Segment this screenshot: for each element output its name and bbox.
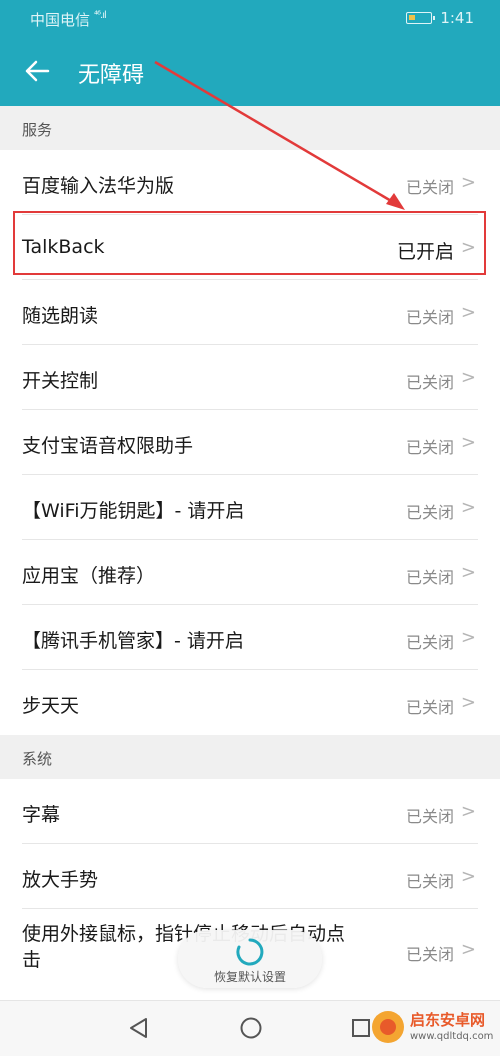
setting-status: 已关闭 bbox=[405, 807, 454, 826]
setting-label: 应用宝（推荐） bbox=[22, 565, 156, 587]
setting-label: 支付宝语音权限助手 bbox=[22, 435, 194, 457]
setting-label: 开关控制 bbox=[22, 370, 99, 392]
setting-row-captions[interactable]: 字幕 已关闭 > bbox=[0, 779, 500, 844]
setting-status: 已关闭 bbox=[405, 633, 454, 652]
setting-status: 已关闭 bbox=[405, 503, 454, 522]
status-bar: 中国电信 ⁴⁶.ıl 1:41 bbox=[0, 0, 500, 36]
chevron-right-icon: > bbox=[460, 692, 476, 713]
setting-label: 百度输入法华为版 bbox=[22, 175, 175, 197]
setting-status: 已关闭 bbox=[405, 945, 454, 964]
nav-home-icon[interactable] bbox=[238, 1015, 264, 1041]
setting-row-wifi-master[interactable]: 【WiFi万能钥匙】- 请开启 已关闭 > bbox=[0, 475, 500, 540]
setting-status: 已关闭 bbox=[405, 308, 454, 327]
status-right: 1:41 bbox=[406, 9, 474, 27]
chevron-right-icon: > bbox=[460, 562, 476, 583]
setting-status: 已关闭 bbox=[405, 698, 454, 717]
chevron-right-icon: > bbox=[460, 497, 476, 518]
setting-row-switch-access[interactable]: 开关控制 已关闭 > bbox=[0, 345, 500, 410]
nav-back-icon[interactable] bbox=[126, 1015, 152, 1041]
page-title: 无障碍 bbox=[78, 63, 145, 88]
signal-icon: ⁴⁶.ıl bbox=[94, 10, 107, 21]
chevron-right-icon: > bbox=[460, 627, 476, 648]
section-header-services: 服务 bbox=[0, 106, 500, 150]
watermark-logo-icon bbox=[372, 1011, 404, 1043]
setting-label: 字幕 bbox=[22, 804, 61, 826]
watermark-text: 启东安卓网 bbox=[410, 1011, 486, 1029]
setting-row-app-store[interactable]: 应用宝（推荐） 已关闭 > bbox=[0, 540, 500, 605]
setting-row-butiantian[interactable]: 步天天 已关闭 > bbox=[0, 670, 500, 735]
setting-status: 已关闭 bbox=[405, 872, 454, 891]
setting-label: 步天天 bbox=[22, 695, 80, 717]
arrow-left-icon[interactable] bbox=[22, 56, 52, 86]
setting-status: 已关闭 bbox=[405, 568, 454, 587]
carrier-name: 中国电信 bbox=[30, 11, 91, 29]
loading-spinner-icon bbox=[236, 938, 264, 966]
setting-label: 【WiFi万能钥匙】- 请开启 bbox=[22, 500, 245, 522]
setting-status: 已关闭 bbox=[405, 438, 454, 457]
setting-status: 已关闭 bbox=[405, 373, 454, 392]
setting-row-magnification[interactable]: 放大手势 已关闭 > bbox=[0, 844, 500, 909]
setting-status: 已关闭 bbox=[405, 178, 454, 197]
setting-row-alipay-voice[interactable]: 支付宝语音权限助手 已关闭 > bbox=[0, 410, 500, 475]
setting-row-tencent-manager[interactable]: 【腾讯手机管家】- 请开启 已关闭 > bbox=[0, 605, 500, 670]
app-header: 无障碍 bbox=[0, 36, 500, 106]
setting-label: 【腾讯手机管家】- 请开启 bbox=[22, 630, 244, 652]
setting-row-baidu-ime[interactable]: 百度输入法华为版 已关闭 > bbox=[0, 150, 500, 215]
chevron-right-icon: > bbox=[460, 172, 476, 193]
section-header-system: 系统 bbox=[0, 735, 500, 779]
highlight-box bbox=[13, 211, 486, 275]
restore-defaults-toast[interactable]: 恢复默认设置 bbox=[178, 930, 322, 988]
toast-label: 恢复默认设置 bbox=[213, 970, 286, 984]
clock: 1:41 bbox=[440, 9, 474, 27]
setting-label: 随选朗读 bbox=[22, 305, 99, 327]
chevron-right-icon: > bbox=[460, 432, 476, 453]
battery-icon bbox=[406, 12, 436, 24]
watermark: 启东安卓网 www.qdltdq.com bbox=[368, 1005, 500, 1053]
setting-row-select-to-speak[interactable]: 随选朗读 已关闭 > bbox=[0, 280, 500, 345]
chevron-right-icon: > bbox=[460, 302, 476, 323]
chevron-right-icon: > bbox=[460, 801, 476, 822]
chevron-right-icon: > bbox=[460, 866, 476, 887]
watermark-url: www.qdltdq.com bbox=[410, 1031, 494, 1042]
chevron-right-icon: > bbox=[460, 367, 476, 388]
chevron-right-icon: > bbox=[460, 939, 476, 960]
setting-label: 放大手势 bbox=[22, 869, 99, 891]
